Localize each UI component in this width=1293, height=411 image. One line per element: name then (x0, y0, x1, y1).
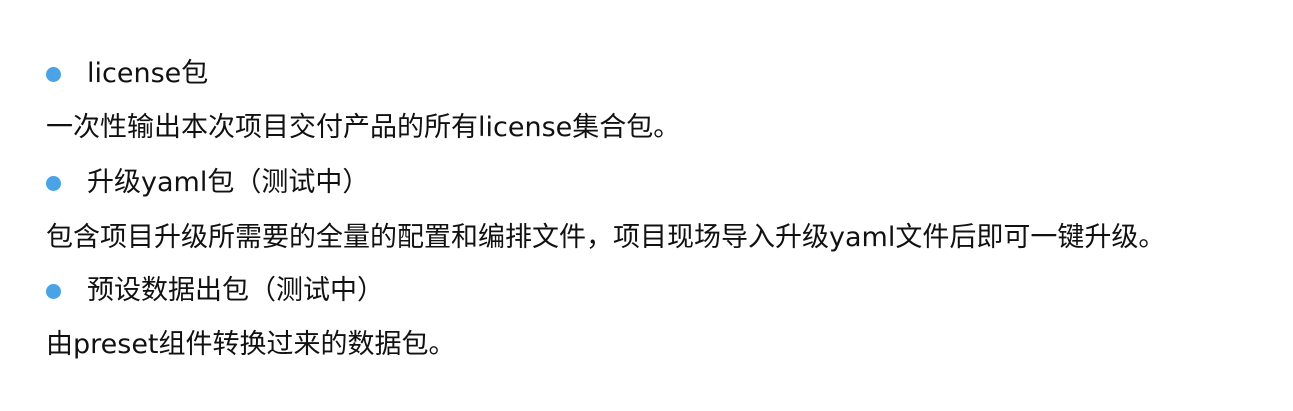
bullet-dot-icon (46, 66, 61, 82)
bullet-item-preset-data: 预设数据出包（测试中） (46, 271, 384, 311)
license-package-description-line: 一次性输出本次项目交付产品的所有license集合包。 (46, 108, 680, 148)
preset-data-package-title: 预设数据出包（测试中） (87, 275, 384, 306)
upgrade-yaml-package-description-line: 包含项目升级所需要的全量的配置和编排文件，项目现场导入升级yaml文件后即可一键… (46, 218, 1165, 258)
preset-data-package-description-line: 由preset组件转换过来的数据包。 (46, 325, 456, 365)
bullet-dot-icon (46, 175, 61, 191)
license-package-title: license包 (87, 58, 209, 89)
license-package-description: 一次性输出本次项目交付产品的所有license集合包。 (46, 112, 681, 143)
bullet-item-license: license包 (46, 54, 208, 94)
preset-data-package-description: 由preset组件转换过来的数据包。 (46, 329, 456, 360)
upgrade-yaml-package-description: 包含项目升级所需要的全量的配置和编排文件，项目现场导入升级yaml文件后即可一键… (46, 222, 1166, 253)
bullet-item-upgrade-yaml: 升级yaml包（测试中） (46, 163, 369, 203)
upgrade-yaml-package-title: 升级yaml包（测试中） (87, 167, 370, 198)
bullet-dot-icon (46, 283, 61, 299)
